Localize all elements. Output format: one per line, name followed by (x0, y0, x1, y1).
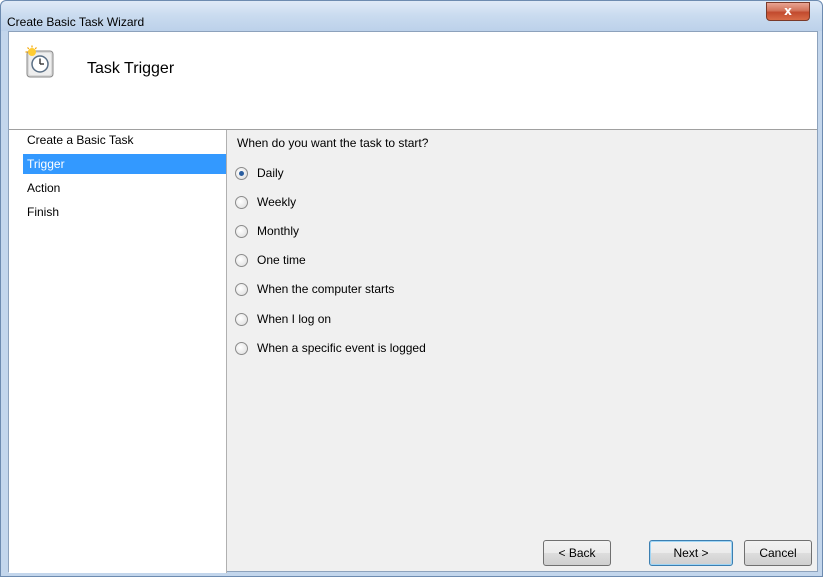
radio-monthly[interactable] (235, 224, 248, 238)
step-finish: Finish (27, 205, 60, 219)
wizard-body: Task Trigger Create a Basic Task Trigger… (8, 31, 818, 573)
label-computer-starts[interactable]: When the computer starts (257, 282, 394, 296)
back-button[interactable]: < Back (543, 540, 611, 566)
radio-computer-starts[interactable] (235, 282, 248, 296)
label-one-time[interactable]: One time (257, 253, 306, 267)
close-icon: x (784, 4, 792, 18)
radio-one-time[interactable] (235, 253, 248, 267)
label-daily[interactable]: Daily (257, 166, 284, 180)
label-event-logged[interactable]: When a specific event is logged (257, 341, 426, 355)
window-title: Create Basic Task Wizard (7, 15, 145, 29)
radio-daily[interactable] (235, 166, 248, 180)
next-button[interactable]: Next > (649, 540, 733, 566)
radio-event-logged[interactable] (235, 341, 248, 355)
radio-log-on[interactable] (235, 312, 248, 326)
label-log-on[interactable]: When I log on (257, 312, 331, 326)
option-log-on[interactable]: When I log on (235, 309, 331, 329)
wizard-header: Task Trigger (9, 32, 817, 130)
label-monthly[interactable]: Monthly (257, 224, 299, 238)
wizard-steps: Create a Basic Task Trigger Action Finis… (9, 130, 227, 573)
cancel-button[interactable]: Cancel (744, 540, 812, 566)
task-scheduler-clock-icon (25, 45, 54, 78)
option-computer-starts[interactable]: When the computer starts (235, 279, 394, 299)
trigger-question: When do you want the task to start? (237, 136, 429, 150)
radio-weekly[interactable] (235, 195, 248, 209)
close-button[interactable]: x (766, 2, 810, 21)
label-weekly[interactable]: Weekly (257, 195, 296, 209)
option-one-time[interactable]: One time (235, 250, 306, 270)
title-bar[interactable]: Create Basic Task Wizard x (1, 1, 822, 31)
option-weekly[interactable]: Weekly (235, 192, 296, 212)
step-create-basic-task: Create a Basic Task (27, 133, 134, 147)
option-event-logged[interactable]: When a specific event is logged (235, 338, 426, 358)
option-daily[interactable]: Daily (235, 163, 284, 183)
option-monthly[interactable]: Monthly (235, 221, 299, 241)
step-trigger: Trigger (23, 154, 226, 174)
wizard-window: Create Basic Task Wizard x Task Trigger … (0, 0, 823, 577)
step-action: Action (27, 181, 61, 195)
page-title: Task Trigger (87, 60, 175, 77)
